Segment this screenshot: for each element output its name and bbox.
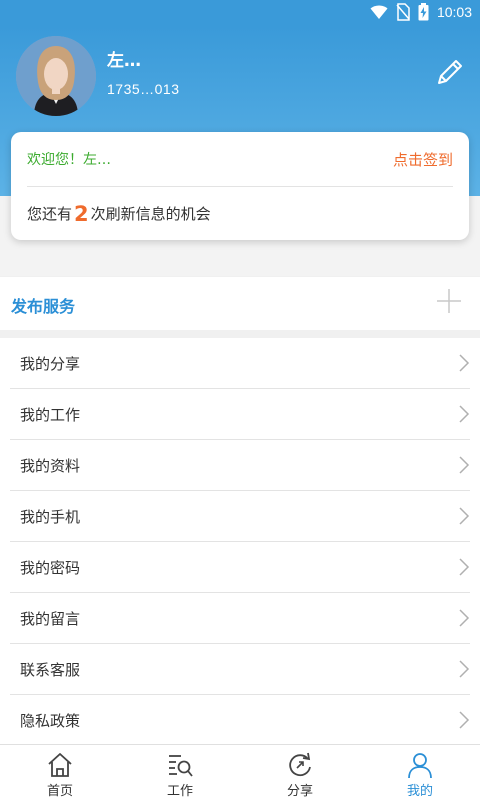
- menu-item-my-work[interactable]: 我的工作: [10, 389, 470, 440]
- chevron-right-icon: [459, 660, 470, 678]
- tab-work[interactable]: 工作: [120, 745, 240, 800]
- tab-label: 首页: [46, 784, 73, 799]
- welcome-greeting: 欢迎您！左…: [27, 152, 111, 168]
- no-sim-icon: [396, 3, 410, 21]
- refresh-count: 2: [74, 201, 89, 226]
- publish-service-row[interactable]: 发布服务: [0, 277, 480, 330]
- publish-service-label: 发布服务: [11, 297, 76, 316]
- menu-item-label: 联系客服: [20, 660, 81, 679]
- chevron-right-icon: [459, 354, 470, 372]
- job-search-icon: [169, 755, 193, 777]
- avatar[interactable]: [16, 36, 96, 116]
- menu-item-label: 我的留言: [20, 609, 81, 628]
- menu-item-label: 我的工作: [20, 405, 81, 424]
- tab-label: 工作: [166, 784, 193, 799]
- bottom-tab-bar: 首页 工作 分享 我的: [0, 744, 480, 800]
- menu-item-my-messages[interactable]: 我的留言: [10, 593, 470, 644]
- menu-item-label: 我的密码: [20, 558, 81, 577]
- chevron-right-icon: [459, 405, 470, 423]
- share-refresh-icon: [289, 752, 311, 777]
- welcome-card-top: 欢迎您！左… 点击签到: [27, 132, 453, 187]
- menu-item-label: 我的手机: [20, 507, 81, 526]
- refresh-chances: 您还有 2 次刷新信息的机会: [27, 187, 211, 240]
- menu-item-my-phone[interactable]: 我的手机: [10, 491, 470, 542]
- user-phone: 1735…013: [107, 81, 180, 97]
- tab-mine[interactable]: 我的: [360, 745, 480, 800]
- pencil-icon: [438, 60, 462, 84]
- menu-item-label: 隐私政策: [20, 711, 81, 730]
- user-name: 左…: [107, 51, 141, 71]
- status-bar: 10:03: [0, 0, 480, 26]
- home-icon: [48, 753, 72, 777]
- edit-profile-button[interactable]: [434, 56, 466, 88]
- menu-item-label: 我的分享: [20, 354, 81, 373]
- user-icon: [408, 753, 432, 779]
- chevron-right-icon: [459, 456, 470, 474]
- menu-item-my-share[interactable]: 我的分享: [10, 338, 470, 389]
- status-time: 10:03: [436, 4, 472, 20]
- menu-item-my-profile[interactable]: 我的资料: [10, 440, 470, 491]
- publish-add-button[interactable]: [436, 288, 462, 314]
- chevron-right-icon: [459, 711, 470, 729]
- signin-button[interactable]: 点击签到: [393, 149, 453, 170]
- menu-item-label: 我的资料: [20, 456, 81, 475]
- avatar-photo: [16, 36, 96, 116]
- battery-charging-icon: [418, 3, 429, 21]
- chevron-right-icon: [459, 507, 470, 525]
- menu-item-customer-service[interactable]: 联系客服: [10, 644, 470, 695]
- wifi-icon: [370, 5, 388, 19]
- tab-label: 我的: [406, 784, 433, 799]
- refresh-prefix: 您还有: [27, 205, 73, 223]
- chevron-right-icon: [459, 558, 470, 576]
- chevron-right-icon: [459, 609, 470, 627]
- menu-item-privacy-policy[interactable]: 隐私政策: [10, 695, 470, 746]
- welcome-card: 欢迎您！左… 点击签到 您还有 2 次刷新信息的机会: [11, 132, 469, 240]
- plus-icon: [437, 289, 461, 313]
- tab-share[interactable]: 分享: [240, 745, 360, 800]
- menu-item-my-password[interactable]: 我的密码: [10, 542, 470, 593]
- status-icons: 10:03: [370, 3, 472, 21]
- refresh-suffix: 次刷新信息的机会: [90, 205, 211, 223]
- profile-menu: 我的分享 我的工作 我的资料 我的手机 我的密码 我的留言 联系客服 隐私政策: [0, 338, 480, 746]
- tab-home[interactable]: 首页: [0, 745, 120, 800]
- tab-label: 分享: [286, 784, 313, 799]
